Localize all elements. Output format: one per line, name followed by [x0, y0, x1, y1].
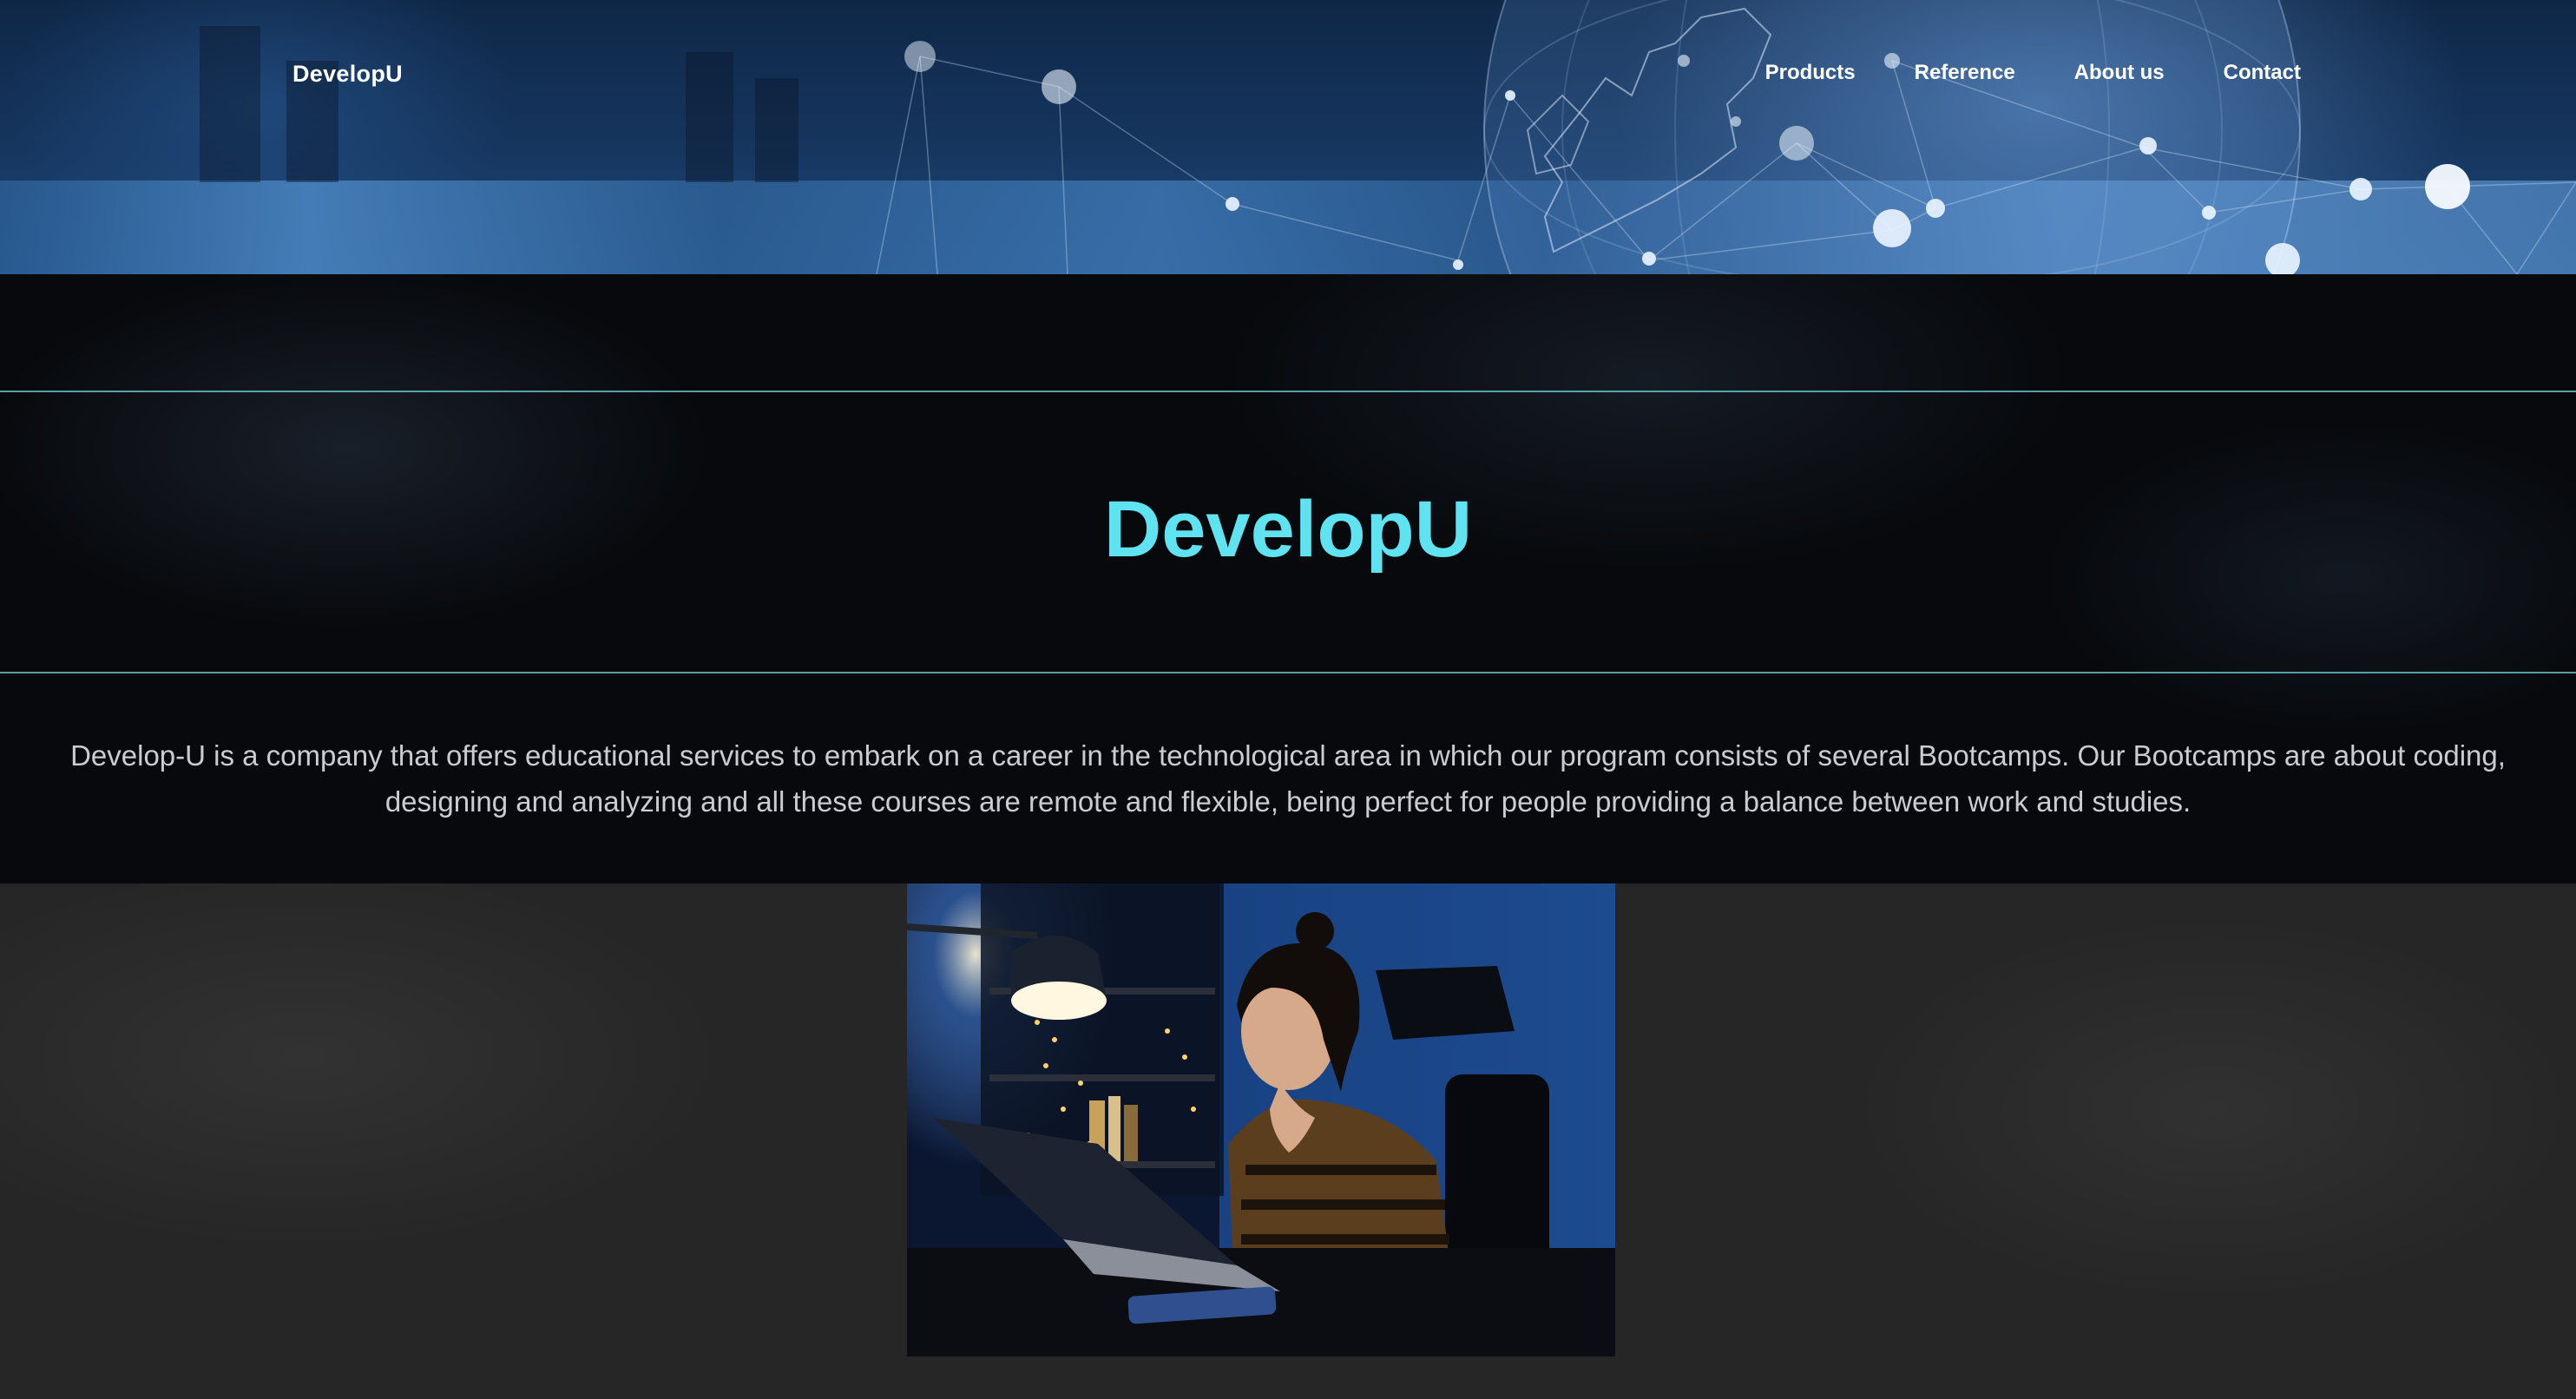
brand-logo-text[interactable]: DevelopU	[292, 61, 403, 88]
hero-title: DevelopU	[1103, 485, 1473, 574]
nav-links: Products Reference About us Contact	[1765, 61, 2301, 85]
nav-link-about-us[interactable]: About us	[2074, 61, 2165, 85]
header-banner: DevelopU Products Reference About us Con…	[0, 0, 2576, 274]
intro-section: DevelopU Develop-U is a company that off…	[0, 274, 2576, 883]
nav-link-products[interactable]: Products	[1765, 61, 1856, 85]
divider-bottom	[0, 672, 2576, 673]
page: DevelopU Products Reference About us Con…	[0, 0, 2576, 1399]
company-description: Develop-U is a company that offers educa…	[70, 739, 2506, 818]
nav-link-reference[interactable]: Reference	[1915, 61, 2015, 85]
photo-illustration	[907, 883, 1615, 1356]
top-navigation: DevelopU Products Reference About us Con…	[0, 0, 2576, 148]
woman-at-laptop-photo	[907, 883, 1615, 1356]
divider-top	[0, 391, 2576, 392]
nav-link-contact[interactable]: Contact	[2224, 61, 2301, 85]
